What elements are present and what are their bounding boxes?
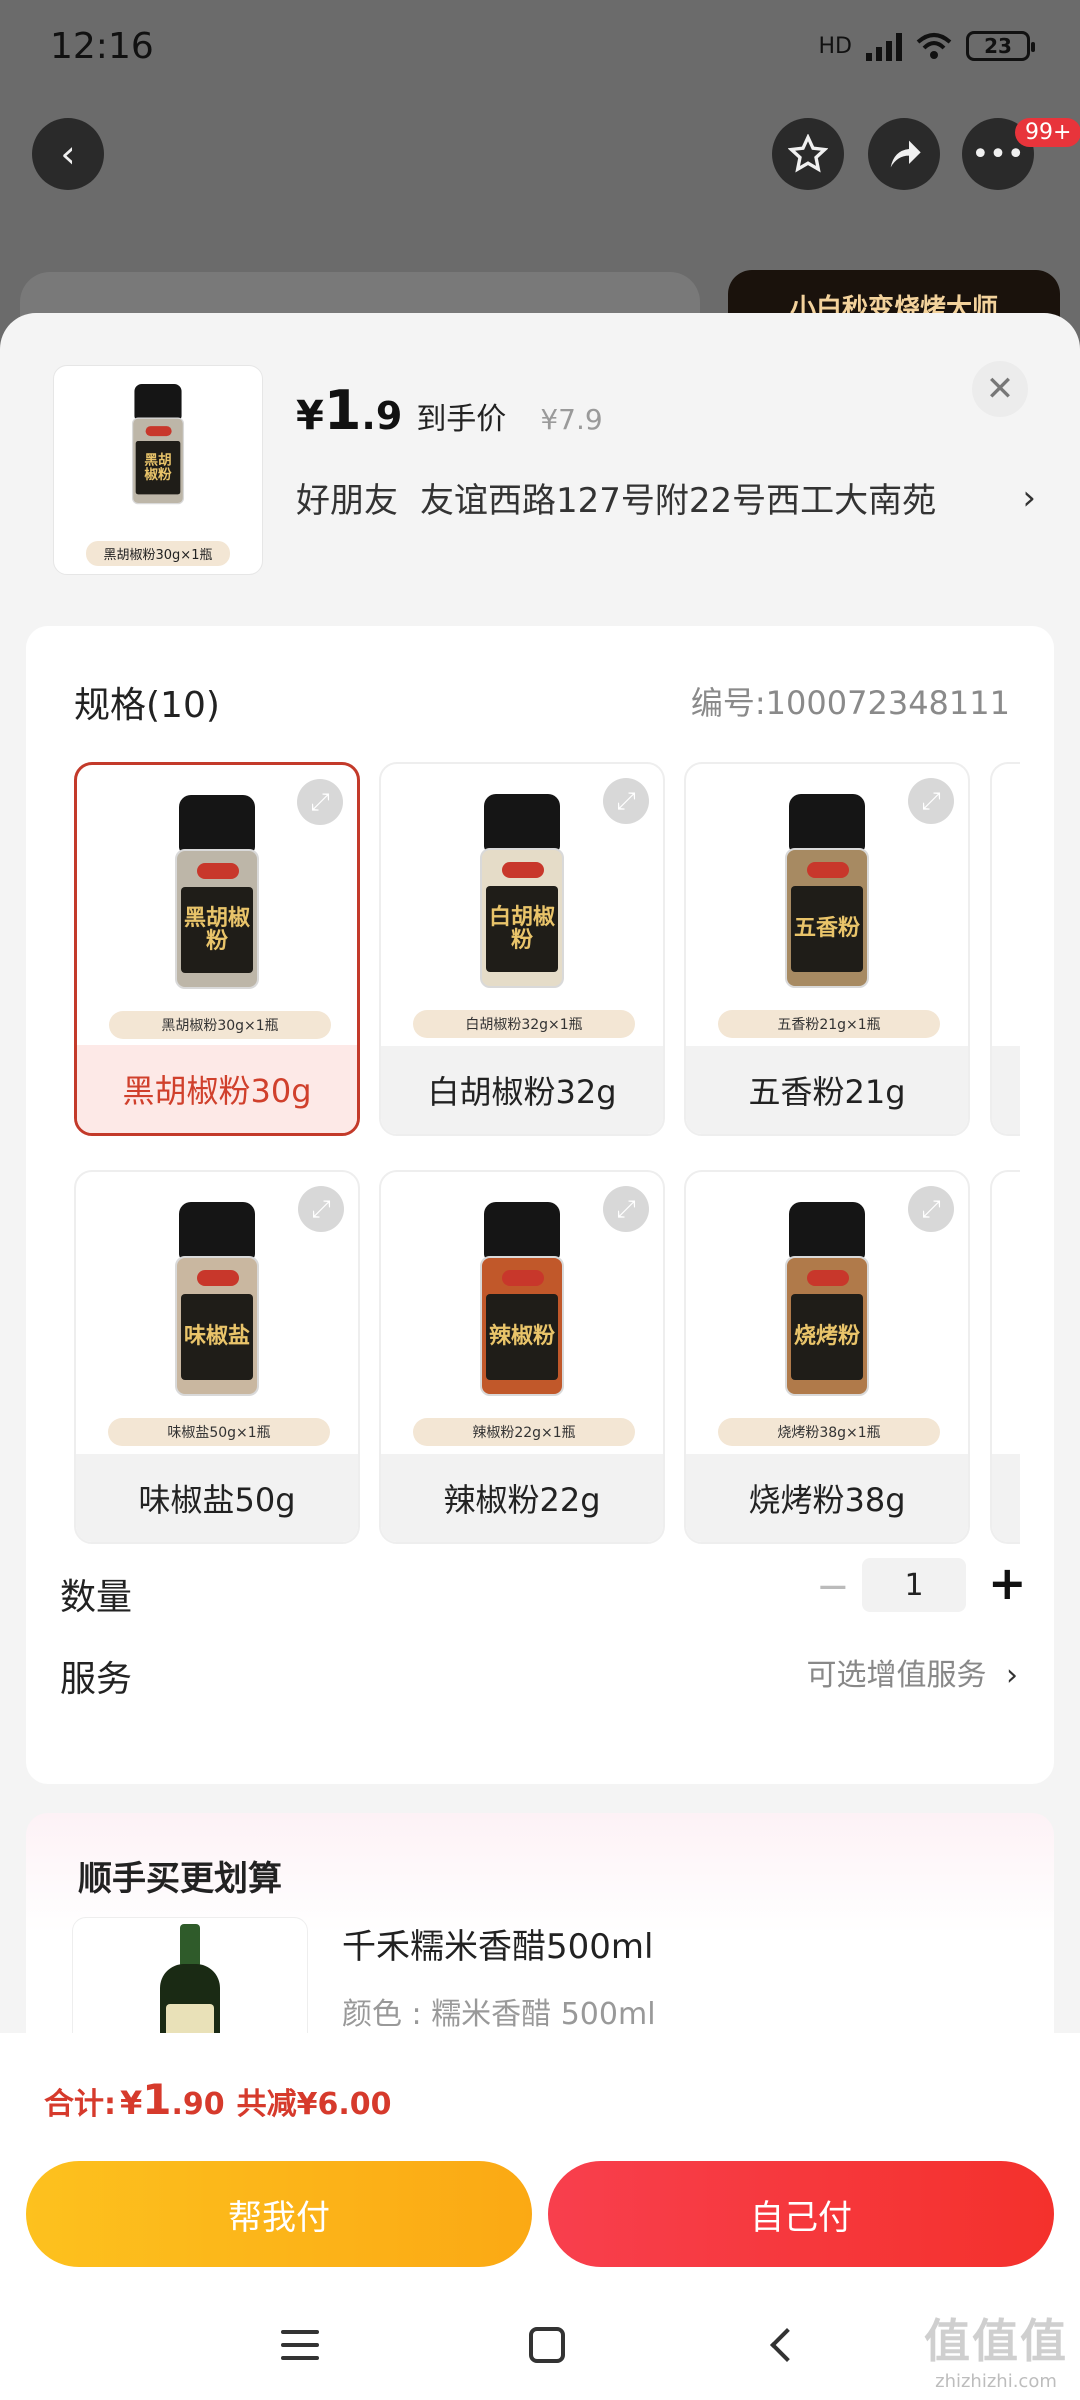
expand-icon[interactable]: ⤢ <box>908 1186 954 1232</box>
spec-option[interactable]: 五香粉五香粉21g×1瓶 ⤢ 五香粉21g <box>684 762 970 1136</box>
option-pill: 黑胡椒粉30g×1瓶 <box>109 1011 331 1039</box>
option-label: 辣椒粉22g <box>381 1454 663 1542</box>
network-type: HD <box>818 33 852 59</box>
thumb-pill: 黑胡椒粉30g×1瓶 <box>85 541 231 566</box>
delivery-address[interactable]: 好朋友 友谊西路127号附22号西工大南苑 › <box>296 473 1036 522</box>
combo-title: 顺手买更划算 <box>78 1859 282 1899</box>
option-label: 白胡椒粉32g <box>381 1046 663 1134</box>
spec-option[interactable]: 白胡椒粉白胡椒粉32g×1瓶 ⤢ 白胡椒粉32g <box>379 762 665 1136</box>
bottle-image: 烧烤粉 <box>785 1202 869 1402</box>
close-button[interactable]: ✕ <box>972 361 1028 417</box>
quantity-decrease-button[interactable]: − <box>816 1564 850 1610</box>
option-label: 味椒盐50g <box>76 1454 358 1542</box>
close-icon: ✕ <box>985 369 1015 409</box>
original-price: ¥7.9 <box>540 403 603 436</box>
bottle-image: 五香粉 <box>785 794 869 994</box>
bottle-label: 黑胡椒粉 <box>181 887 253 973</box>
option-pill: 烧烤粉38g×1瓶 <box>718 1418 940 1446</box>
watermark-logo: 值值值 <box>924 2314 1068 2368</box>
message-badge: 99+ <box>1015 118 1080 147</box>
share-icon <box>890 140 921 168</box>
watermark-url: zhizhizhi.com <box>935 2371 1057 2392</box>
price-decimal: .9 <box>361 394 403 438</box>
service-value: 可选增值服务 <box>806 1658 987 1693</box>
expand-icon[interactable]: ⤢ <box>603 778 649 824</box>
battery-icon: 23 <box>966 31 1035 61</box>
option-pill: 辣椒粉22g×1瓶 <box>413 1418 635 1446</box>
help-pay-button[interactable]: 帮我付 <box>26 2161 532 2267</box>
option-label: 黑胡椒粉30g <box>77 1045 357 1133</box>
spec-option-peek[interactable] <box>990 1170 1020 1544</box>
spec-option[interactable]: 黑胡椒粉黑胡椒粉30g×1瓶 ⤢ 黑胡椒粉30g <box>74 762 360 1136</box>
watermark: 值值值 zhizhizhi.com <box>924 2305 1068 2392</box>
bottle-image: 白胡椒粉 <box>480 794 564 994</box>
price-label: 到手价 <box>416 402 507 437</box>
chevron-right-icon: › <box>1006 1658 1018 1693</box>
more-icon: ••• <box>971 136 1025 172</box>
signal-icon <box>866 31 902 61</box>
system-back-button[interactable] <box>770 2328 804 2362</box>
bottle-label: 辣椒粉 <box>486 1294 558 1380</box>
bottle-image: 味椒盐 <box>175 1202 259 1402</box>
spec-option[interactable]: 辣椒粉辣椒粉22g×1瓶 ⤢ 辣椒粉22g <box>379 1170 665 1544</box>
spec-option-peek[interactable] <box>990 762 1020 1136</box>
total-decimal: .90 <box>171 2087 225 2122</box>
spec-option[interactable]: 味椒盐味椒盐50g×1瓶 ⤢ 味椒盐50g <box>74 1170 360 1544</box>
option-label: 五香粉21g <box>686 1046 968 1134</box>
spec-option[interactable]: 烧烤粉烧烤粉38g×1瓶 ⤢ 烧烤粉38g <box>684 1170 970 1544</box>
total-price: 合计: ¥ 1 .90 共减¥6.00 <box>44 2075 392 2124</box>
bottle-image: 黑胡椒粉 <box>131 384 185 505</box>
sku-selector-sheet: 黑胡 椒粉 黑胡椒粉30g×1瓶 ¥ 1 .9 到手价 ¥7.9 ✕ 好朋友 友谊… <box>0 313 1080 2400</box>
spec-card: 规格(10) 编号:100072348111 黑胡椒粉 黑胡椒粉30g×1瓶 ⤢ 黑胡… <box>26 626 1054 1784</box>
service-selector[interactable]: 可选增值服务 › <box>806 1650 1018 1694</box>
store-name: 好朋友 <box>296 481 398 521</box>
wifi-icon <box>916 33 952 59</box>
bottle-image: 辣椒粉 <box>480 1202 564 1402</box>
product-code: 编号:100072348111 <box>690 684 1010 722</box>
quantity-value[interactable]: 1 <box>862 1558 966 1612</box>
combo-item-attr: 颜色 : 糯米香醋 500ml <box>342 1997 656 2032</box>
total-label: 合计: <box>44 2087 116 2122</box>
price-currency: ¥ <box>296 393 324 439</box>
favorite-button[interactable] <box>772 118 844 190</box>
price-row: ¥ 1 .9 到手价 ¥7.9 <box>296 379 603 442</box>
chevron-right-icon: › <box>1022 477 1036 518</box>
combo-item-name[interactable]: 千禾糯米香醋500ml <box>342 1919 653 1968</box>
total-currency: ¥ <box>120 2084 143 2122</box>
bottle-label: 五香粉 <box>791 886 863 972</box>
back-button[interactable]: ‹ <box>32 118 104 190</box>
address-text: 友谊西路127号附22号西工大南苑 <box>420 481 937 521</box>
share-button[interactable] <box>868 118 940 190</box>
service-label: 服务 <box>60 1659 133 1700</box>
bottle-image: 黑胡椒粉 <box>175 795 259 995</box>
expand-icon[interactable]: ⤢ <box>908 778 954 824</box>
option-label: 烧烤粉38g <box>686 1454 968 1542</box>
bottle-label: 烧烤粉 <box>791 1294 863 1380</box>
home-button[interactable] <box>529 2327 565 2363</box>
expand-icon[interactable]: ⤢ <box>297 779 343 825</box>
expand-icon[interactable]: ⤢ <box>603 1186 649 1232</box>
option-pill: 五香粉21g×1瓶 <box>718 1010 940 1038</box>
status-time: 12:16 <box>50 25 154 67</box>
bottle-label: 味椒盐 <box>181 1294 253 1380</box>
expand-icon[interactable]: ⤢ <box>298 1186 344 1232</box>
quantity-increase-button[interactable]: + <box>988 1556 1027 1610</box>
status-bar: 12:16 HD 23 <box>0 0 1080 92</box>
self-pay-button[interactable]: 自己付 <box>548 2161 1054 2267</box>
price-integer: 1 <box>323 379 362 442</box>
star-icon <box>788 134 828 173</box>
product-thumbnail: 黑胡 椒粉 黑胡椒粉30g×1瓶 <box>53 365 263 575</box>
discount-amount: 共减¥6.00 <box>236 2087 392 2122</box>
option-pill: 味椒盐50g×1瓶 <box>108 1418 330 1446</box>
quantity-label: 数量 <box>60 1577 133 1618</box>
spec-title: 规格(10) <box>74 685 220 726</box>
recent-apps-button[interactable] <box>281 2330 319 2360</box>
system-nav-bar <box>0 2290 1080 2400</box>
bottle-label: 白胡椒粉 <box>486 886 558 972</box>
total-integer: 1 <box>142 2075 172 2124</box>
option-pill: 白胡椒粉32g×1瓶 <box>413 1010 635 1038</box>
